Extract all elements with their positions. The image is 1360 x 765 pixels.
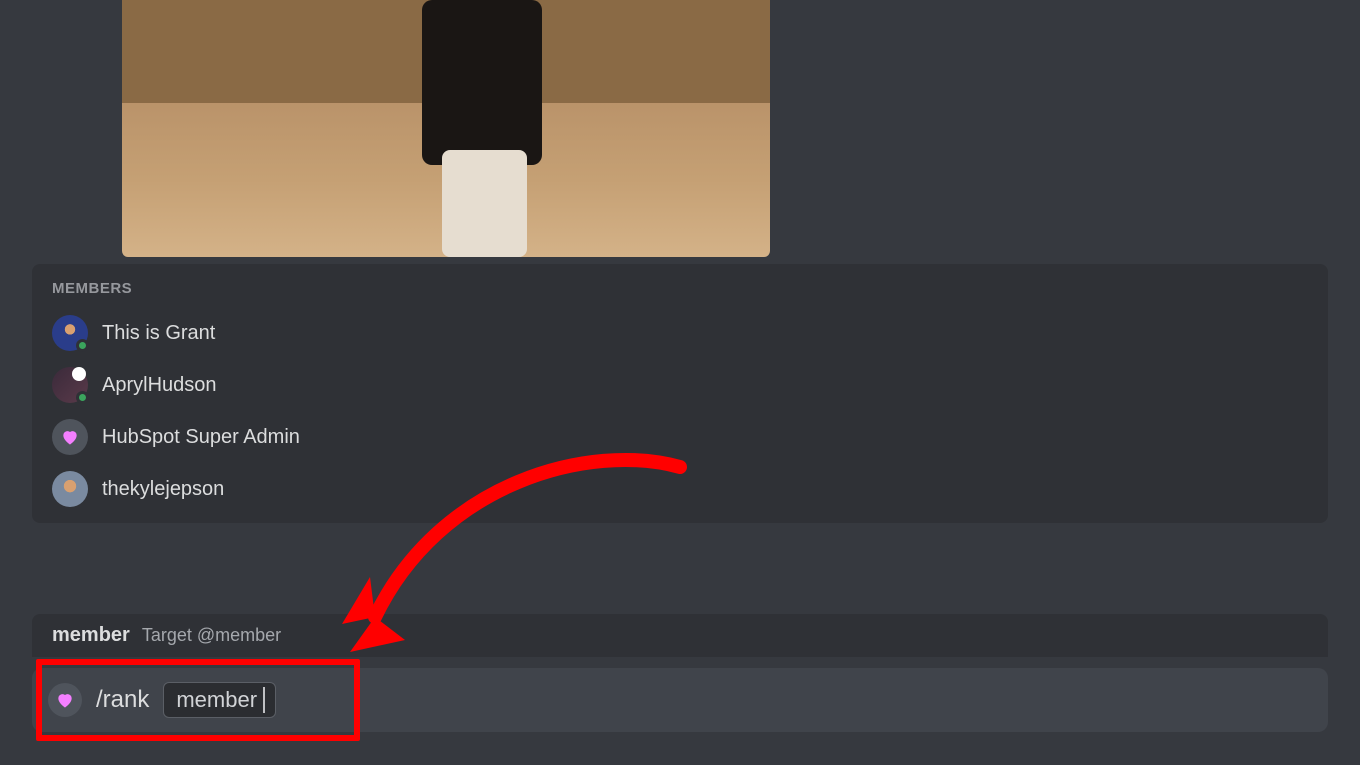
heart-icon bbox=[55, 690, 75, 710]
message-image-attachment[interactable] bbox=[122, 0, 770, 257]
heart-icon bbox=[60, 427, 80, 447]
member-suggestion[interactable]: thekylejepson bbox=[32, 463, 1328, 515]
param-description: Target @member bbox=[142, 625, 281, 646]
member-suggestion[interactable]: AprylHudson bbox=[32, 359, 1328, 411]
message-input-bar[interactable]: /rank member bbox=[32, 668, 1328, 732]
param-name: member bbox=[52, 624, 130, 647]
avatar bbox=[52, 367, 88, 403]
avatar bbox=[52, 471, 88, 507]
param-input-pill[interactable]: member bbox=[163, 682, 276, 718]
member-name: This is Grant bbox=[102, 322, 215, 345]
avatar-image bbox=[52, 471, 88, 507]
command-bot-avatar bbox=[48, 683, 82, 717]
autocomplete-section-header: MEMBERS bbox=[32, 264, 1328, 307]
command-param-hint: member Target @member bbox=[32, 614, 1328, 657]
autocomplete-popup: MEMBERS This is Grant AprylHudson HubSpo… bbox=[32, 264, 1328, 523]
member-name: AprylHudson bbox=[102, 374, 217, 397]
image-figure bbox=[442, 150, 527, 257]
member-name: HubSpot Super Admin bbox=[102, 426, 300, 449]
text-cursor bbox=[263, 687, 265, 713]
avatar bbox=[52, 315, 88, 351]
param-input-value: member bbox=[176, 687, 257, 713]
avatar-image bbox=[52, 419, 88, 455]
status-online-icon bbox=[76, 339, 89, 352]
member-name: thekylejepson bbox=[102, 478, 224, 501]
status-online-icon bbox=[76, 391, 89, 404]
member-suggestion[interactable]: HubSpot Super Admin bbox=[32, 411, 1328, 463]
image-figure bbox=[422, 0, 542, 165]
member-suggestion[interactable]: This is Grant bbox=[32, 307, 1328, 359]
avatar bbox=[52, 419, 88, 455]
command-text: /rank bbox=[96, 686, 149, 714]
